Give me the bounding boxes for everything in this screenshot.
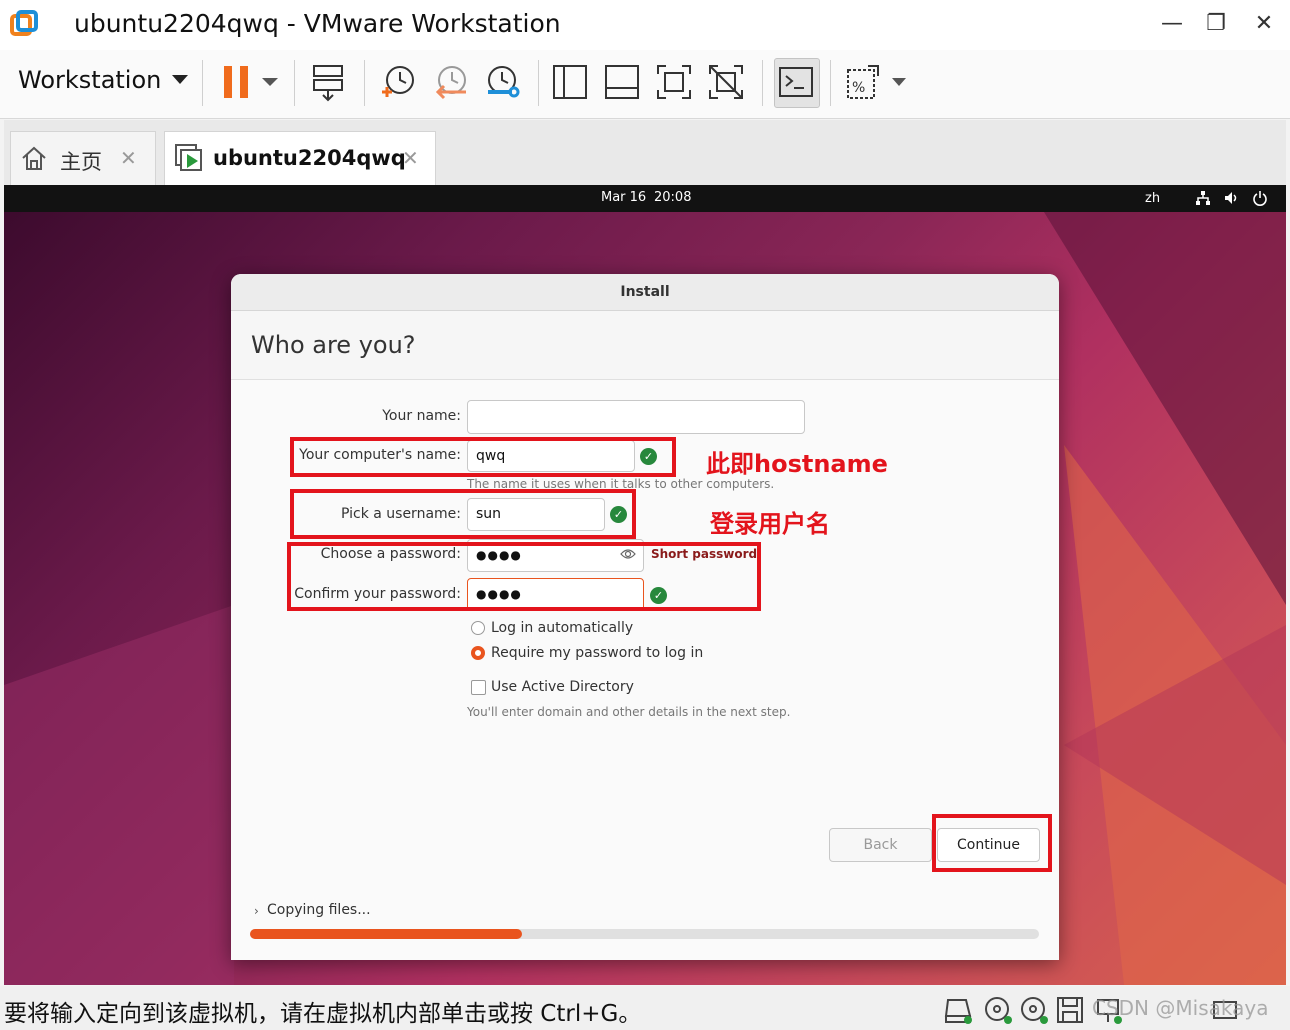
page-heading: Who are you? (251, 331, 416, 359)
tab-home-label: 主页 (60, 150, 102, 174)
log-in-automatically-radio[interactable] (471, 621, 485, 635)
toolbar-divider (294, 60, 295, 106)
workstation-menu[interactable]: Workstation (18, 66, 161, 94)
require-password-radio[interactable] (471, 646, 485, 660)
toolbar (0, 50, 1290, 119)
annotation-hostname-note: 此即hostname (706, 450, 888, 478)
take-snapshot-icon[interactable] (378, 62, 418, 102)
stretch-dropdown-icon[interactable] (890, 76, 908, 88)
send-ctrl-alt-del-icon[interactable] (308, 62, 348, 102)
power-icon[interactable] (1252, 190, 1268, 206)
thumbnail-bar-icon[interactable] (602, 62, 642, 102)
toolbar-divider (364, 60, 365, 106)
back-button[interactable]: Back (829, 828, 932, 862)
use-active-directory-checkbox[interactable] (471, 680, 486, 695)
volume-icon[interactable] (1224, 190, 1240, 206)
progress-label: Copying files... (267, 902, 371, 918)
expander-arrow-icon[interactable]: › (254, 904, 259, 918)
cd-dvd-icon[interactable] (984, 996, 1014, 1024)
annotation-box-username (290, 489, 636, 539)
console-icon[interactable] (776, 62, 816, 102)
status-message: 要将输入定向到该虚拟机，请在虚拟机内部单击或按 Ctrl+G。 (4, 1001, 642, 1027)
revert-snapshot-icon[interactable] (430, 62, 470, 102)
toolbar-divider (830, 60, 831, 106)
cd-dvd-2-icon[interactable] (1020, 996, 1050, 1024)
vmware-logo-icon (10, 10, 38, 36)
clock-date[interactable]: Mar 16 (601, 190, 646, 205)
your-name-input[interactable] (467, 400, 805, 434)
restore-button[interactable]: ❐ (1204, 12, 1228, 36)
vm-running-icon (175, 144, 202, 171)
unity-mode-icon[interactable] (706, 62, 746, 102)
tab-vm-close-icon[interactable]: ✕ (402, 146, 419, 170)
annotation-box-password (287, 542, 761, 611)
home-icon (22, 146, 46, 170)
tab-home-close-icon[interactable]: ✕ (120, 146, 137, 170)
toolbar-divider (202, 60, 203, 106)
dialog-title: Install (620, 284, 670, 300)
toolbar-divider (538, 60, 539, 106)
close-button[interactable]: ✕ (1252, 12, 1276, 36)
progress-fill (250, 929, 523, 939)
your-name-label: Your name: (382, 408, 461, 424)
pause-icon[interactable] (218, 62, 258, 102)
stretch-guest-icon[interactable]: % (842, 62, 882, 102)
watermark: CSDN @Misakaya (1092, 996, 1269, 1020)
annotation-box-hostname (290, 437, 676, 477)
show-library-icon[interactable] (550, 62, 590, 102)
require-password-label[interactable]: Require my password to log in (491, 645, 703, 661)
network-icon[interactable] (1195, 190, 1211, 206)
pause-dropdown-icon[interactable] (260, 76, 280, 88)
window-title: ubuntu2204qwq - VMware Workstation (74, 9, 561, 38)
svg-text:%: % (852, 80, 865, 96)
input-language-indicator[interactable]: zh (1145, 191, 1160, 206)
clock-time[interactable]: 20:08 (654, 190, 691, 205)
minimize-button[interactable]: — (1160, 12, 1184, 36)
chevron-down-icon[interactable] (172, 75, 188, 84)
log-in-automatically-label[interactable]: Log in automatically (491, 620, 633, 636)
toolbar-divider (762, 60, 763, 106)
floppy-icon[interactable] (1056, 996, 1086, 1024)
hard-disk-icon[interactable] (944, 996, 974, 1024)
full-screen-icon[interactable] (654, 62, 694, 102)
annotation-box-continue (932, 814, 1052, 872)
use-active-directory-label[interactable]: Use Active Directory (491, 679, 634, 695)
tab-vm-label: ubuntu2204qwq (213, 146, 406, 170)
annotation-username-note: 登录用户名 (710, 510, 830, 538)
active-directory-hint: You'll enter domain and other details in… (467, 705, 791, 719)
snapshot-manager-icon[interactable] (482, 62, 522, 102)
